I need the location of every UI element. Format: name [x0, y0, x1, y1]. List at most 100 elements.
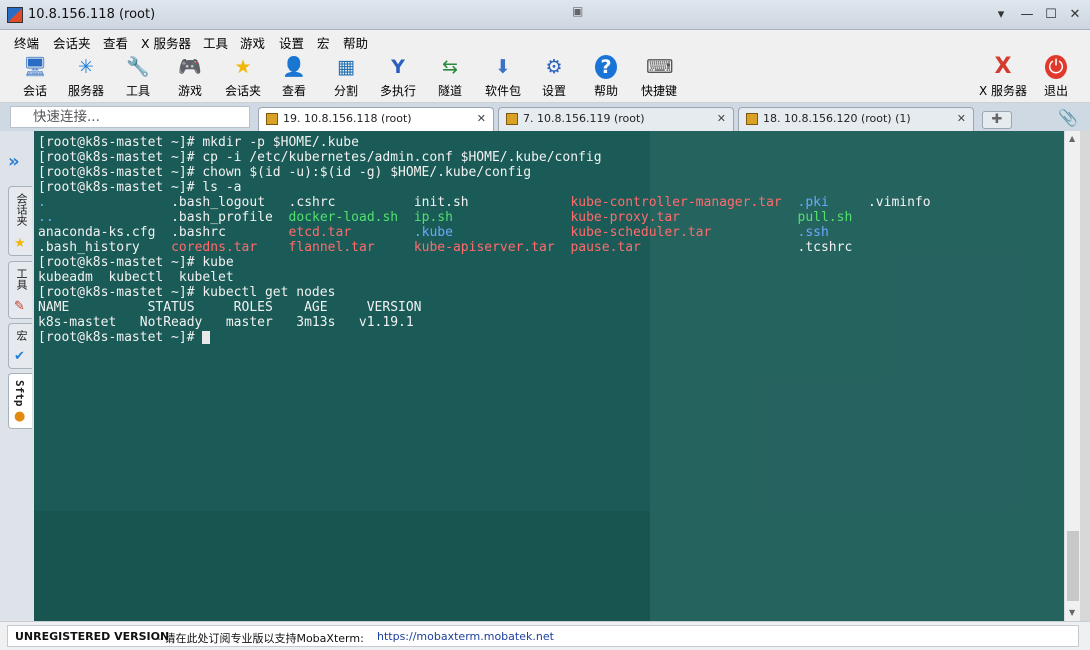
terminal-text: [root@k8s-mastet ~]# ls -a — [38, 180, 242, 195]
tunnel-icon: ⇆ — [442, 56, 458, 78]
tab-label: 19. 10.8.156.118 (root) — [283, 112, 412, 125]
terminal-text: kubeadm kubectl kubelet — [38, 270, 234, 285]
tab-label: 18. 10.8.156.120 (root) (1) — [763, 112, 911, 125]
status-message-box[interactable]: UNREGISTERED VERSION - 请在此处订阅专业版以支持MobaX… — [7, 625, 1079, 647]
terminal-tab-icon — [506, 113, 518, 125]
terminal-text: .tcshrc — [797, 240, 853, 255]
terminal-panel[interactable]: [root@k8s-mastet ~]# mkdir -p $HOME/.kub… — [34, 131, 1080, 621]
menu-xserver[interactable]: X 服务器 — [141, 33, 191, 52]
mobaxterm-link[interactable]: https://mobaxterm.mobatek.net — [377, 630, 554, 643]
terminal-scrollbar[interactable]: ▲ ▼ — [1064, 131, 1080, 621]
unregistered-label: UNREGISTERED VERSION — [15, 630, 170, 643]
expand-sidebar-icon[interactable]: » — [8, 151, 20, 172]
tab-session-7[interactable]: 7. 10.8.156.119 (root) ✕ — [498, 107, 734, 131]
file-entry-dir: .ssh — [797, 225, 829, 240]
xserver-icon: X — [994, 54, 1012, 79]
toolbar-tunnel-button[interactable]: ⇆ 隧道 — [425, 51, 475, 101]
window-menu-icon[interactable]: ▾ — [992, 7, 1010, 23]
toolbar-servers-button[interactable]: ✳ 服务器 — [61, 51, 111, 101]
close-tab-icon[interactable]: ✕ — [957, 108, 966, 130]
star-icon: ★ — [234, 56, 252, 78]
gamepad-icon: 🎮 — [178, 56, 202, 78]
scroll-down-icon[interactable]: ▼ — [1069, 608, 1075, 617]
menu-terminal[interactable]: 终端 — [14, 33, 39, 52]
terminal-text: [root@k8s-mastet ~]# cp -i /etc/kubernet… — [38, 150, 602, 165]
quick-connect-input[interactable]: 快速连接... — [10, 106, 250, 128]
help-icon: ? — [595, 55, 617, 79]
tab-session-18[interactable]: 18. 10.8.156.120 (root) (1) ✕ — [738, 107, 974, 131]
toolbar-label: 退出 — [1043, 84, 1068, 98]
tab-session-19[interactable]: 19. 10.8.156.118 (root) ✕ — [258, 107, 494, 131]
menu-sessions[interactable]: 会话夹 — [53, 33, 91, 52]
pin-icon[interactable]: ▣ — [572, 4, 583, 18]
minimize-button[interactable]: — — [1018, 7, 1036, 23]
scroll-up-icon[interactable]: ▲ — [1069, 134, 1075, 143]
close-tab-icon[interactable]: ✕ — [717, 108, 726, 130]
sftp-icon: ● — [14, 409, 26, 424]
file-entry-dir: . — [38, 195, 46, 210]
close-tab-icon[interactable]: ✕ — [477, 108, 486, 130]
menu-settings[interactable]: 设置 — [279, 33, 304, 52]
attach-icon[interactable]: 📎 — [1058, 108, 1080, 130]
file-entry-arc: kube-scheduler.tar — [570, 225, 712, 240]
file-entry-dir: .. — [38, 210, 54, 225]
toolbar-games-button[interactable]: 🎮 游戏 — [165, 51, 215, 101]
subscribe-message[interactable]: - 请在此处订阅专业版以支持MobaXterm: — [157, 630, 364, 646]
terminal-text: k8s-mastet NotReady master 3m13s v1.19.1 — [38, 315, 414, 330]
menu-help[interactable]: 帮助 — [343, 33, 368, 52]
file-entry-arc: coredns.tar — [171, 240, 258, 255]
toolbar-view-button[interactable]: 👤 查看 — [269, 51, 319, 101]
toolbar-exit-button[interactable]: ⏻ 退出 — [1031, 51, 1081, 101]
toolbar-multiexec-button[interactable]: Y 多执行 — [373, 51, 423, 101]
file-entry-exe: docker-load.sh — [288, 210, 399, 225]
left-sidebar: » 会话夹 ★ 工具 ✎ 宏 ✔ Sftp ● — [0, 131, 34, 621]
toolbar-shortcuts-button[interactable]: ⌨ 快捷键 — [634, 51, 684, 101]
terminal-text: [root@k8s-mastet ~]# chown $(id -u):$(id… — [38, 165, 532, 180]
terminal-cursor — [202, 331, 211, 344]
menu-tools[interactable]: 工具 — [203, 33, 228, 52]
macro-icon: ✔ — [14, 349, 25, 364]
mobaxterm-app-icon — [7, 7, 23, 23]
sidebar-tab-sessions[interactable]: 会话夹 ★ — [8, 186, 32, 256]
menu-view[interactable]: 查看 — [103, 33, 128, 52]
toolbar: 🖥 会话 ✳ 服务器 🔧 工具 🎮 游戏 ★ 会话夹 👤 查看 ▦ 分割 Y 多… — [0, 51, 1090, 103]
keyboard-icon: ⌨ — [646, 56, 674, 78]
terminal-text: init.sh — [413, 195, 469, 210]
terminal-text: [root@k8s-mastet ~]# — [38, 330, 203, 345]
tools-icon: ✎ — [14, 299, 25, 314]
menu-games[interactable]: 游戏 — [240, 33, 265, 52]
terminal-tab-icon — [266, 113, 278, 125]
terminal-text: .bashrc — [171, 225, 226, 240]
toolbar-xserver-button[interactable]: X X 服务器 — [978, 51, 1028, 101]
view-icon: 👤 — [282, 56, 306, 78]
tab-label: 7. 10.8.156.119 (root) — [523, 112, 645, 125]
toolbar-settings-button[interactable]: ⚙ 设置 — [529, 51, 579, 101]
menu-macros[interactable]: 宏 — [317, 33, 330, 52]
toolbar-tools-button[interactable]: 🔧 工具 — [113, 51, 163, 101]
toolbar-session-button[interactable]: 🖥 会话 — [10, 51, 60, 101]
new-tab-button[interactable]: ✚ — [982, 111, 1012, 129]
toolbar-sessions-button[interactable]: ★ 会话夹 — [218, 51, 268, 101]
title-bar: 10.8.156.118 (root) ▣ ▾ — ☐ ✕ — [0, 0, 1090, 30]
tools-icon: 🔧 — [126, 56, 150, 78]
terminal-text: [root@k8s-mastet ~]# kubectl get nodes — [38, 285, 336, 300]
terminal-text: .bash_profile — [171, 210, 273, 225]
file-entry-arc: kube-proxy.tar — [570, 210, 681, 225]
menu-bar: 终端 会话夹 查看 X 服务器 工具 游戏 设置 宏 帮助 — [0, 30, 1090, 51]
scrollbar-thumb[interactable] — [1067, 531, 1079, 601]
toolbar-label: 快捷键 — [640, 84, 677, 98]
toolbar-help-button[interactable]: ? 帮助 — [581, 51, 631, 101]
terminal-text: .bash_history — [38, 240, 140, 255]
star-icon: ★ — [14, 236, 26, 251]
maximize-button[interactable]: ☐ — [1042, 7, 1060, 23]
sidebar-tab-sftp[interactable]: Sftp ● — [8, 373, 32, 429]
terminal-text: [root@k8s-mastet ~]# mkdir -p $HOME/.kub… — [38, 135, 359, 150]
servers-icon: ✳ — [78, 56, 94, 78]
sidebar-tab-macros[interactable]: 宏 ✔ — [8, 323, 32, 369]
toolbar-split-button[interactable]: ▦ 分割 — [321, 51, 371, 101]
file-entry-arc: kube-apiserver.tar — [413, 240, 555, 255]
toolbar-packages-button[interactable]: ⬇ 软件包 — [478, 51, 528, 101]
sidebar-tab-tools[interactable]: 工具 ✎ — [8, 261, 32, 319]
close-button[interactable]: ✕ — [1066, 7, 1084, 23]
terminal-text: .cshrc — [288, 195, 336, 210]
